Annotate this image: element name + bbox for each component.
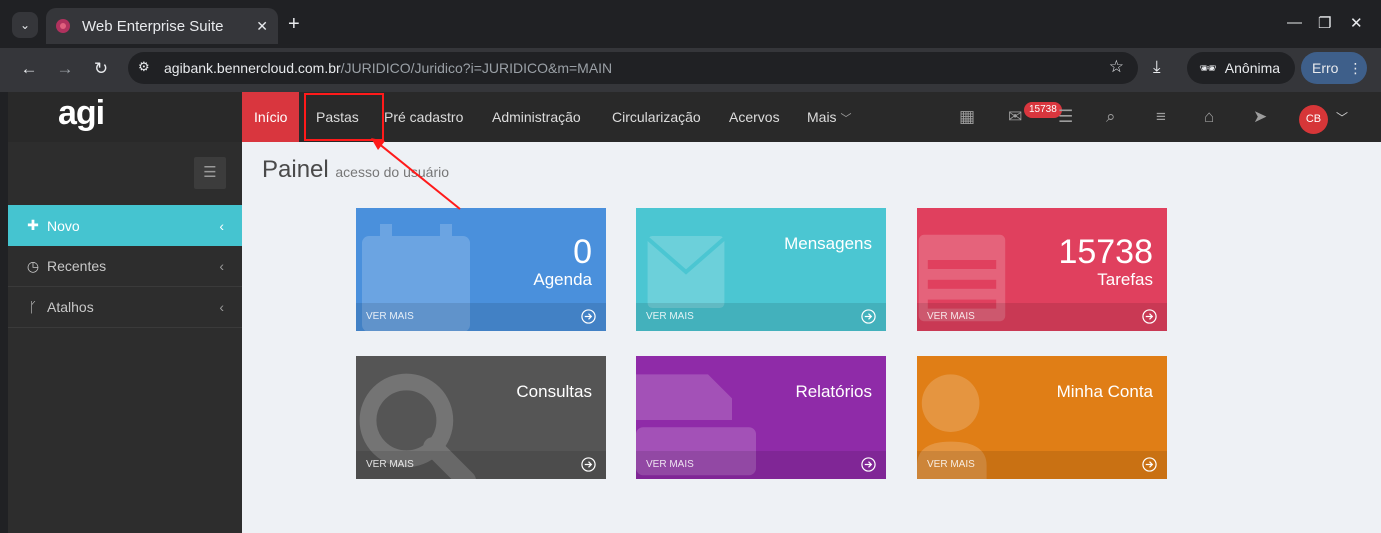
ver-mais-text: VER MAIS [927, 459, 975, 470]
tile-label: Relatórios [795, 382, 872, 401]
tile-value: 0 [573, 233, 592, 271]
download-icon[interactable]: ⤓ [1153, 57, 1161, 77]
tile-label: Consultas [516, 382, 592, 401]
sidebar-item-label: Atalhos [47, 299, 94, 315]
main-content: Painel acesso do usuário 0 Agenda VER MA… [242, 142, 1381, 533]
tile-consultas[interactable]: Consultas VER MAIS [356, 356, 606, 479]
tab-title: Web Enterprise Suite [82, 17, 224, 35]
browser-tabbar: ⌄ Web Enterprise Suite ✕ + — ❐ ✕ [0, 0, 1381, 48]
ver-mais-text: VER MAIS [366, 311, 414, 322]
menu-administracao[interactable]: Administração [492, 92, 581, 142]
address-bar[interactable]: ⚙ agibank.bennercloud.com.br/JURIDICO/Ju… [128, 52, 1138, 84]
minimize-icon[interactable]: — [1287, 14, 1302, 31]
calendar-icon[interactable]: ▦ [959, 107, 975, 127]
notification-badge: 15738 [1024, 102, 1062, 118]
arrow-circle-right-icon [1142, 457, 1157, 472]
url-text: agibank.bennercloud.com.br/JURIDICO/Juri… [164, 60, 613, 76]
tile-agenda[interactable]: 0 Agenda VER MAIS [356, 208, 606, 331]
plus-icon[interactable]: + [288, 13, 300, 35]
ver-mais-text: VER MAIS [927, 311, 975, 322]
list-icon[interactable]: ≡ [1156, 107, 1166, 127]
tile-mensagens[interactable]: Mensagens VER MAIS [636, 208, 886, 331]
tile-label: Tarefas [1097, 270, 1153, 289]
menu-circularizacao[interactable]: Circularização [612, 92, 701, 142]
mail-icon[interactable]: ✉ [1008, 107, 1022, 127]
browser-tab[interactable]: Web Enterprise Suite ✕ [46, 8, 278, 44]
sidebar-item-recentes[interactable]: ◷ Recentes ‹ [8, 246, 242, 287]
arrow-circle-right-icon [1142, 309, 1157, 324]
menu-pastas[interactable]: Pastas [316, 92, 359, 142]
incognito-button[interactable]: 🕶 Anônima [1187, 52, 1295, 84]
ver-mais-text: VER MAIS [646, 311, 694, 322]
menu-mais[interactable]: Mais ﹀ [807, 92, 851, 142]
chevron-left-icon: ‹ [219, 258, 224, 274]
kebab-icon: ⋮ [1348, 59, 1363, 76]
send-icon[interactable]: ➤ [1253, 107, 1267, 127]
close-icon[interactable]: ✕ [256, 18, 268, 35]
favicon-icon [56, 19, 70, 33]
plus-icon: ✚ [27, 217, 39, 233]
chevron-left-icon: ‹ [219, 299, 224, 315]
arrow-circle-right-icon [581, 309, 596, 324]
arrow-circle-right-icon [861, 457, 876, 472]
app: agi Início Pastas Pré cadastro Administr… [8, 92, 1381, 533]
ver-mais-text: VER MAIS [366, 459, 414, 470]
incognito-label: Anônima [1224, 60, 1281, 76]
chevron-down-icon: ﹀ [840, 113, 852, 125]
chevron-down-icon[interactable]: ﹀ [1336, 109, 1348, 126]
search-icon[interactable]: ⌕ [1106, 107, 1116, 127]
sidebar-item-novo[interactable]: ✚ Novo ‹ [8, 205, 242, 246]
page-title: Painel acesso do usuário [262, 156, 450, 183]
ver-mais-link[interactable]: VER MAIS [636, 303, 886, 331]
page-subtitle: acesso do usuário [335, 164, 450, 180]
restore-icon[interactable]: ❐ [1318, 14, 1331, 32]
reload-icon[interactable]: ↻ [89, 58, 113, 80]
back-icon[interactable]: ← [17, 58, 41, 80]
clock-icon: ◷ [26, 257, 40, 274]
sidebar: ☰ ✚ Novo ‹ ◷ Recentes ‹ ᚴ Atalhos ‹ [8, 142, 242, 533]
arrow-circle-right-icon [861, 309, 876, 324]
error-label: Erro [1312, 60, 1339, 76]
incognito-icon: 🕶 [1199, 59, 1217, 76]
tile-label: Agenda [533, 270, 592, 289]
site-info-icon[interactable]: ⚙ [138, 59, 150, 75]
ver-mais-link[interactable]: VER MAIS [356, 303, 606, 331]
menu-inicio[interactable]: Início [242, 92, 300, 142]
tile-value: 15738 [1058, 233, 1153, 271]
ver-mais-link[interactable]: VER MAIS [356, 451, 606, 479]
envelope-icon [646, 236, 726, 308]
logo: agi [58, 94, 105, 132]
browser-toolbar: ← → ↻ ⚙ agibank.bennercloud.com.br/JURID… [0, 48, 1381, 92]
menu-pre-cadastro[interactable]: Pré cadastro [384, 92, 463, 142]
sidebar-item-label: Novo [47, 217, 80, 234]
error-button[interactable]: Erro ⋮ [1301, 52, 1367, 84]
tile-tarefas[interactable]: 15738 Tarefas VER MAIS [917, 208, 1167, 331]
top-navigation: agi Início Pastas Pré cadastro Administr… [8, 92, 1381, 142]
tile-label: Mensagens [784, 234, 872, 253]
ver-mais-link[interactable]: VER MAIS [917, 303, 1167, 331]
tile-label: Minha Conta [1056, 382, 1153, 401]
forward-icon[interactable]: → [53, 58, 77, 80]
inbox-icon[interactable]: ☰ [1058, 107, 1073, 127]
sidebar-item-label: Recentes [47, 258, 107, 274]
branch-icon: ᚴ [28, 299, 38, 315]
ver-mais-link[interactable]: VER MAIS [636, 451, 886, 479]
star-icon[interactable]: ☆ [1109, 57, 1124, 77]
ver-mais-text: VER MAIS [646, 459, 694, 470]
tile-minha-conta[interactable]: Minha Conta VER MAIS [917, 356, 1167, 479]
close-window-icon[interactable]: ✕ [1350, 14, 1363, 32]
ver-mais-link[interactable]: VER MAIS [917, 451, 1167, 479]
chevron-left-icon: ‹ [219, 217, 224, 234]
sidebar-item-atalhos[interactable]: ᚴ Atalhos ‹ [8, 287, 242, 328]
tile-relatorios[interactable]: Relatórios VER MAIS [636, 356, 886, 479]
hamburger-icon[interactable]: ☰ [194, 157, 226, 189]
factory-icon[interactable]: ⌂ [1204, 107, 1214, 127]
avatar[interactable]: CB [1299, 105, 1328, 134]
arrow-circle-right-icon [581, 457, 596, 472]
tab-list-icon[interactable]: ⌄ [12, 12, 38, 38]
menu-acervos[interactable]: Acervos [729, 92, 780, 142]
